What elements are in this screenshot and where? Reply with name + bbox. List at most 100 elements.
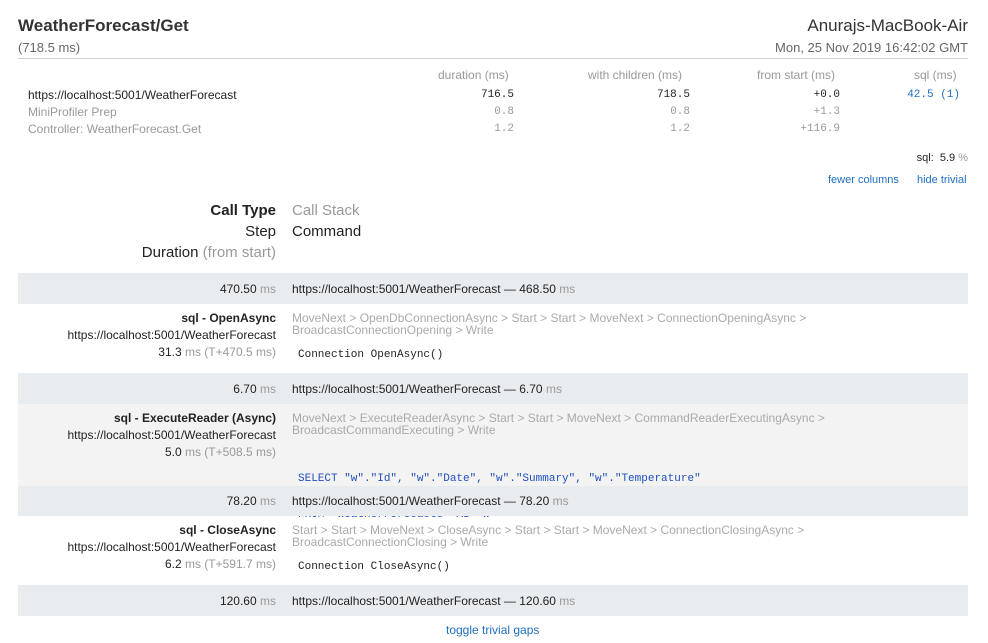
legend-step: Step <box>245 223 276 240</box>
call-stack: MoveNext > ExecuteReaderAsync > Start > … <box>292 412 852 436</box>
legend-command: Command <box>292 223 362 240</box>
legend-from-start: (from start) <box>202 244 276 261</box>
gap-url: https://localhost:5001/WeatherForecast — <box>292 282 516 296</box>
timing-row: MiniProfiler Prep 0.8 0.8 +1.3 <box>18 105 968 122</box>
gap-value: 470.50 <box>219 282 257 296</box>
call-info: sql - ExecuteReader (Async) https://loca… <box>67 410 276 461</box>
gap-unit: ms <box>260 282 276 296</box>
timing-duration: 716.5 <box>480 89 514 101</box>
gap-duration: 6.70 ms <box>233 382 276 396</box>
sql-call-row: sql - ExecuteReader (Async) https://loca… <box>18 404 968 521</box>
timing-row: Controller: WeatherForecast.Get 1.2 1.2 … <box>18 122 968 139</box>
gap-value: 120.60 <box>219 594 257 608</box>
timing-duration: 1.2 <box>494 123 514 135</box>
timing-row-name: MiniProfiler Prep <box>28 105 117 119</box>
header-divider <box>18 58 968 59</box>
sql-call-row: sql - OpenAsync https://localhost:5001/W… <box>18 304 968 373</box>
call-stack-line: BroadcastCommandExecuting > Write <box>292 423 496 437</box>
sql-line: SELECT "w"."Id", "w"."Date", "w"."Summar… <box>298 473 701 485</box>
legend-duration: Duration (from start) <box>142 244 276 261</box>
sql-percentage-value: 5.9 <box>939 152 956 164</box>
gap-detail: https://localhost:5001/WeatherForecast —… <box>292 282 575 296</box>
timing-row: https://localhost:5001/WeatherForecast 7… <box>18 88 968 105</box>
gap-right-value: 78.20 <box>519 494 550 508</box>
sql-percentage-unit: % <box>958 152 968 164</box>
call-info: sql - CloseAsync https://localhost:5001/… <box>67 522 276 573</box>
timing-start: +1.3 <box>813 106 840 118</box>
gap-unit: ms <box>260 494 276 508</box>
toggle-trivial-gaps-link[interactable]: toggle trivial gaps <box>446 623 539 637</box>
call-duration: 6.2 ms (T+591.7 ms) <box>67 556 276 573</box>
gap-right-unit: ms <box>559 594 576 608</box>
call-url: https://localhost:5001/WeatherForecast <box>67 540 276 554</box>
call-url: https://localhost:5001/WeatherForecast <box>67 428 276 442</box>
gap-value: 6.70 <box>233 382 257 396</box>
gap-unit: ms <box>260 594 276 608</box>
timing-children: 718.5 <box>656 89 690 101</box>
call-command: Connection CloseAsync() <box>298 561 450 573</box>
sql-timing-link[interactable]: 42.5 (1) <box>907 89 960 101</box>
col-sql-header: sql (ms) <box>914 68 957 82</box>
call-duration-start: ms (T+508.5 ms) <box>184 445 276 459</box>
sql-percentage-label: sql: <box>916 152 934 164</box>
gap-url: https://localhost:5001/WeatherForecast — <box>292 382 516 396</box>
sql-call-row: sql - CloseAsync https://localhost:5001/… <box>18 516 968 585</box>
gap-row: 78.20 ms https://localhost:5001/WeatherF… <box>18 486 968 516</box>
timing-row-name: https://localhost:5001/WeatherForecast <box>28 88 237 102</box>
timing-row-name: Controller: WeatherForecast.Get <box>28 122 202 136</box>
gap-duration: 78.20 ms <box>227 494 276 508</box>
call-duration-start: ms (T+591.7 ms) <box>184 557 276 571</box>
call-duration-value: 6.2 <box>164 557 182 571</box>
col-start-header: from start (ms) <box>757 68 835 82</box>
call-type: sql - OpenAsync <box>181 311 276 325</box>
sql-percentage: sql: 5.9 % <box>917 152 968 164</box>
fewer-columns-link[interactable]: fewer columns <box>828 174 899 186</box>
gap-value: 78.20 <box>226 494 257 508</box>
gap-right-unit: ms <box>552 494 569 508</box>
call-duration: 5.0 ms (T+508.5 ms) <box>67 444 276 461</box>
legend-call-stack: Call Stack <box>292 202 360 219</box>
gap-detail: https://localhost:5001/WeatherForecast —… <box>292 382 562 396</box>
call-stack-line: BroadcastConnectionClosing > Write <box>292 535 489 549</box>
call-duration-value: 5.0 <box>164 445 182 459</box>
gap-detail: https://localhost:5001/WeatherForecast —… <box>292 494 569 508</box>
gap-url: https://localhost:5001/WeatherForecast — <box>292 594 516 608</box>
gap-unit: ms <box>260 382 276 396</box>
machine-name: Anurajs-MacBook-Air <box>807 16 968 35</box>
gap-right-value: 6.70 <box>519 382 543 396</box>
call-stack: MoveNext > OpenDbConnectionAsync > Start… <box>292 312 852 336</box>
gap-right-unit: ms <box>545 382 562 396</box>
total-duration: (718.5 ms) <box>18 40 81 55</box>
gap-row: 470.50 ms https://localhost:5001/Weather… <box>18 273 968 304</box>
gap-duration: 470.50 ms <box>220 282 276 296</box>
profile-date: Mon, 25 Nov 2019 16:42:02 GMT <box>775 40 968 55</box>
timing-start: +116.9 <box>800 123 840 135</box>
timing-children: 0.8 <box>670 106 690 118</box>
timing-start: +0.0 <box>813 89 840 101</box>
call-command: Connection OpenAsync() <box>298 349 444 361</box>
call-type: sql - CloseAsync <box>179 523 276 537</box>
gap-right-value: 468.50 <box>519 282 556 296</box>
legend-call-type: Call Type <box>210 202 276 219</box>
hide-trivial-link[interactable]: hide trivial <box>917 174 967 186</box>
gap-duration: 120.60 ms <box>220 594 276 608</box>
gap-right-unit: ms <box>559 282 576 296</box>
col-children-header: with children (ms) <box>588 68 683 82</box>
call-duration: 31.3 ms (T+470.5 ms) <box>67 344 276 361</box>
gap-right-value: 120.60 <box>519 594 556 608</box>
call-info: sql - OpenAsync https://localhost:5001/W… <box>67 310 276 361</box>
gap-row: 6.70 ms https://localhost:5001/WeatherFo… <box>18 373 968 404</box>
page-title: WeatherForecast/Get <box>18 16 189 35</box>
timing-duration: 0.8 <box>494 106 514 118</box>
gap-url: https://localhost:5001/WeatherForecast — <box>292 494 516 508</box>
legend-duration-label: Duration <box>141 244 199 261</box>
call-duration-value: 31.3 <box>158 345 182 359</box>
call-stack: Start > Start > MoveNext > CloseAsync > … <box>292 524 852 548</box>
call-type: sql - ExecuteReader (Async) <box>113 411 276 425</box>
call-stack-line: BroadcastConnectionOpening > Write <box>292 323 494 337</box>
gap-detail: https://localhost:5001/WeatherForecast —… <box>292 594 575 608</box>
gap-row: 120.60 ms https://localhost:5001/Weather… <box>18 585 968 616</box>
call-duration-start: ms (T+470.5 ms) <box>184 345 276 359</box>
call-url: https://localhost:5001/WeatherForecast <box>67 328 276 342</box>
col-duration-header: duration (ms) <box>438 68 509 82</box>
